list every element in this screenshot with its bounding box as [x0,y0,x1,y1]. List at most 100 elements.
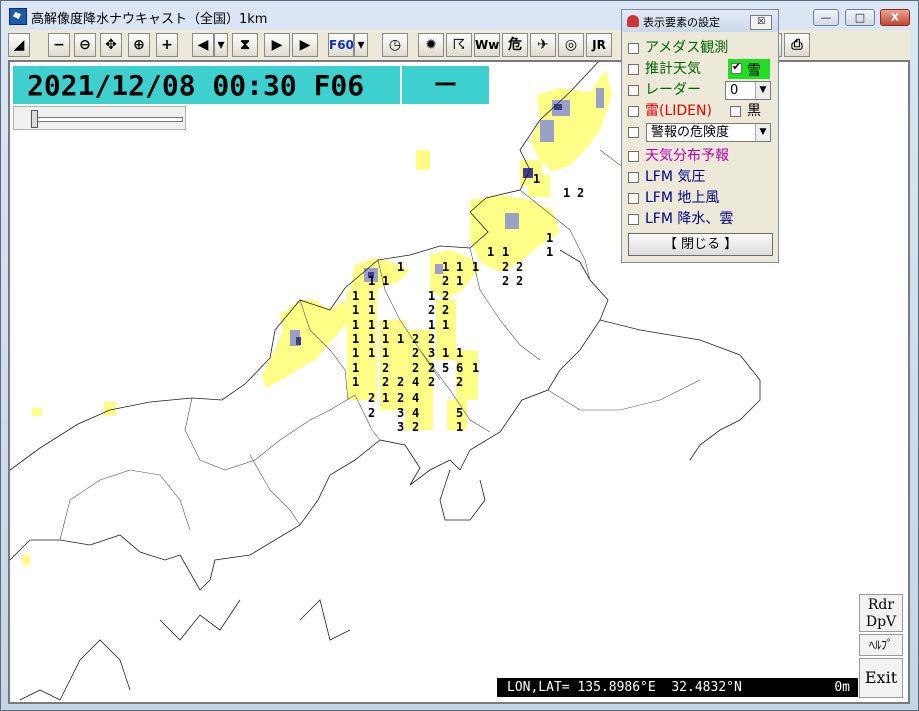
precip-value-label: 1 [456,274,464,288]
precip-value-label: 4 [412,375,420,389]
zoom-in-button[interactable]: ⊕ [128,33,150,57]
snow-checkbox[interactable] [731,60,742,74]
precip-value-label: 1 [442,346,450,360]
precip-value-label: 1 [368,346,376,360]
height-text: 0m [834,680,850,695]
precip-value-label: 1 [352,289,360,303]
typhoon-icon[interactable]: ☈ [446,33,472,57]
precip-value-label: 5 [442,361,450,375]
precip-value-label: 4 [412,391,420,405]
lfm-precip-checkbox[interactable] [628,214,639,225]
precip-value-label: 1 [352,318,360,332]
zoom-out-small-button[interactable]: − [48,33,70,57]
precip-value-label: 5 [456,406,464,420]
datetime-display: 2021/12/08 00:30 F06 [13,66,400,104]
precip-value-label: 6 [456,361,464,375]
minimize-button[interactable]: — [813,9,839,26]
precip-value-label: 2 [368,391,376,405]
precip-value-label: 3 [428,346,436,360]
title-bar: 高解像度降水ナウキャスト（全国）1km — □ X [0,0,917,30]
radar-checkbox[interactable] [628,85,639,96]
precip-value-label: 1 [546,231,554,245]
time-slider[interactable] [13,106,186,130]
lfm-precip-label: LFM 降水、雲 [645,211,734,227]
precip-value-label: 2 [368,406,376,420]
weather-forecast-checkbox[interactable] [628,151,639,162]
clock-icon[interactable]: ◷ [382,33,408,57]
camera-button[interactable]: ⎙ [784,33,810,57]
dialog-close-icon[interactable]: ☒ [750,15,772,30]
satellite-button[interactable]: ✈ [530,33,556,57]
amedas-checkbox[interactable] [628,43,639,54]
precip-value-label: 1 [456,420,464,434]
precip-value-label: 3 [397,420,405,434]
sun-icon[interactable]: ✹ [418,33,444,57]
precip-value-label: 2 [397,391,405,405]
precip-value-label: 2 [516,260,524,274]
play-button[interactable]: ▶ [292,33,318,57]
japan-map-icon[interactable]: ◢ [8,33,30,57]
black-checkbox[interactable] [730,106,741,117]
step-back-button[interactable]: ◀ [192,33,214,57]
forecast-dropdown[interactable]: ▾ [354,33,368,57]
step-forward-button[interactable]: ▶ [264,33,290,57]
precip-value-label: 1 [546,245,554,259]
coordinate-readout: LON,LAT= 135.8986°E 32.4832°N 0m [497,678,858,697]
warning-checkbox[interactable] [628,127,639,138]
precip-value-label: 1 [382,318,390,332]
warning-select[interactable]: 警報の危険度 ▼ [646,123,771,142]
radar-level-value: 0 [730,83,739,98]
pan-button[interactable]: ✥ [100,33,122,57]
lfm-wind-label: LFM 地上風 [645,190,720,206]
precip-value-label: 1 [382,391,390,405]
lightning-label: 雷(LIDEN) [645,103,712,119]
black-label: 黒 [747,103,761,119]
precip-value-label: 1 [428,318,436,332]
radar-depth-button[interactable]: Rdr DpV [859,594,903,632]
precip-value-label: 1 [563,186,571,200]
lfm-pressure-label: LFM 気圧 [645,169,706,185]
maximize-button[interactable]: □ [845,9,875,26]
jr-button[interactable]: JR [586,33,612,57]
weather-ww-button[interactable]: Ww [474,33,500,57]
precip-value-label: 1 [442,318,450,332]
radar-label: レーダー [645,82,701,98]
danger-button[interactable]: 危 [502,33,528,57]
estimated-weather-label: 推計天気 [645,61,701,77]
estimated-weather-checkbox[interactable] [628,64,639,75]
precip-value-label: 1 [352,332,360,346]
precip-value-label: 1 [352,375,360,389]
precip-value-label: 1 [472,260,480,274]
step-back-dropdown[interactable]: ▾ [214,33,228,57]
precip-value-label: 1 [456,346,464,360]
dialog-close-button[interactable]: 【 閉じる 】 [628,233,773,256]
exit-button[interactable]: Exit [859,658,903,698]
lightning-checkbox[interactable] [628,106,639,117]
radar-level-select[interactable]: 0 ▼ [725,81,771,100]
precip-value-label: 2 [382,375,390,389]
zoom-out-button[interactable]: ⊖ [74,33,96,57]
precip-value-label: 1 [382,274,390,288]
snow-label: 雪 [747,63,761,79]
window-title: 高解像度降水ナウキャスト（全国）1km [31,12,268,27]
precip-value-label: 2 [428,303,436,317]
hourglass-button[interactable]: ⧗ [232,33,258,57]
lfm-pressure-checkbox[interactable] [628,172,639,183]
precip-value-label: 3 [397,406,405,420]
app-icon [9,8,27,25]
settings-icon [627,15,639,27]
zoom-in-small-button[interactable]: + [156,33,178,57]
precip-value-label: 1 [368,274,376,288]
help-button[interactable]: ﾍﾙﾌﾟ [859,634,903,656]
precip-value-label: 1 [397,332,405,346]
slider-thumb[interactable] [31,110,38,128]
precip-value-label: 2 [382,361,390,375]
snow-option[interactable]: 雪 [728,59,770,79]
forecast-select[interactable]: F60 [328,33,354,57]
precip-value-label: 1 [368,332,376,346]
precip-value-label: 2 [428,332,436,346]
lfm-wind-checkbox[interactable] [628,193,639,204]
close-button[interactable]: X [880,9,910,26]
precip-value-label: 2 [442,289,450,303]
target-button[interactable]: ◎ [558,33,584,57]
